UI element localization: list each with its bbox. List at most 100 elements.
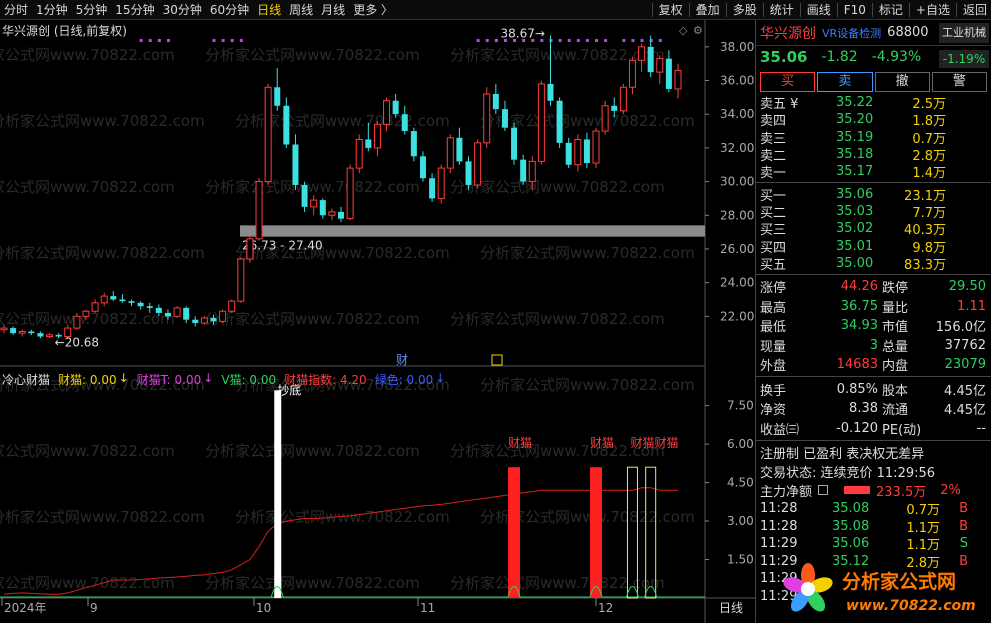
y-tick-label: 32.00 xyxy=(720,141,754,155)
period-tab[interactable]: 月线 xyxy=(317,0,349,20)
tool-button[interactable]: 叠加 xyxy=(692,0,724,20)
signal-dot xyxy=(622,39,626,42)
candle-body xyxy=(137,302,144,307)
finance-marker[interactable]: 财 xyxy=(396,353,408,367)
watermark-text: 分析家公式网www.70822.com xyxy=(450,310,665,328)
indicator-name[interactable]: 冷心财猫 xyxy=(2,371,50,388)
order-book-row[interactable]: 买四 35.01 9.8万 xyxy=(756,237,991,256)
candle-body xyxy=(310,199,318,208)
order-book-row[interactable]: 卖四 35.20 1.8万 xyxy=(756,111,991,130)
candle-body xyxy=(429,178,436,199)
max-price-label: 38.67→ xyxy=(500,27,544,41)
candle-body xyxy=(674,69,682,90)
level-volume: 0.7万 xyxy=(912,131,946,147)
candle-body xyxy=(73,315,81,329)
toolbar-divider xyxy=(908,3,910,17)
period-tab[interactable]: 5分钟 xyxy=(72,0,112,20)
order-book-row[interactable]: 卖五 ¥ 35.22 2.5万 xyxy=(756,94,991,113)
x-tick-label: 10 xyxy=(256,601,271,615)
stat-label: 内盘 xyxy=(882,359,909,375)
candle-body xyxy=(10,328,17,334)
period-tab[interactable]: 30分钟 xyxy=(159,0,206,20)
industry-badge[interactable]: 工业机械 xyxy=(939,23,989,43)
period-tab[interactable]: 日线 xyxy=(253,0,285,20)
watermark-text: 分析家公式网www.70822.com xyxy=(0,46,175,64)
candle-body xyxy=(492,94,499,110)
order-book-row[interactable]: 卖三 35.19 0.7万 xyxy=(756,129,991,147)
diamond-icon[interactable]: ◇ xyxy=(679,24,688,37)
candle-body xyxy=(520,159,527,182)
level-volume: 2.8万 xyxy=(912,149,946,165)
period-tab[interactable]: 60分钟 xyxy=(206,0,253,20)
watermark-text: 分析家公式网www.70822.com xyxy=(450,574,665,592)
alert-button[interactable]: 警 xyxy=(931,72,987,92)
candle-body xyxy=(628,59,636,88)
tool-button[interactable]: 统计 xyxy=(766,0,798,20)
main-flow-bar xyxy=(844,486,871,495)
stock-code: 68800 xyxy=(887,25,929,40)
indicator-value: 绿色: 0.00 xyxy=(374,373,434,387)
candle-body xyxy=(465,161,472,185)
signal-dot xyxy=(157,39,161,42)
candle-body xyxy=(146,306,153,308)
period-label: 日线 xyxy=(719,601,743,615)
stat-label: 跌停 xyxy=(882,281,909,297)
tick-price: 35.08 xyxy=(832,518,870,534)
period-tab[interactable]: 15分钟 xyxy=(111,0,158,20)
watermark-text: 分析家公式网www.70822.com xyxy=(205,46,420,64)
stat-value: 34.93 xyxy=(840,318,878,334)
level-label: 买四 xyxy=(760,240,787,256)
candle-body xyxy=(392,100,399,115)
level-volume: 2.5万 xyxy=(912,97,946,113)
cat-signal-bar xyxy=(590,467,603,598)
tool-button[interactable]: 标记 xyxy=(875,0,907,20)
main-flow-value: 233.5万 xyxy=(876,484,927,500)
signal-label: 财猫 xyxy=(590,436,614,450)
period-tab[interactable]: 分时 xyxy=(0,0,32,20)
stat-value: 156.0亿 xyxy=(935,320,986,336)
candle-body xyxy=(665,58,672,89)
event-marker-icon[interactable] xyxy=(491,354,503,366)
candle-body xyxy=(0,327,8,331)
list-icon[interactable] xyxy=(818,485,829,496)
y-tick-label: 38.00 xyxy=(720,40,754,54)
chart-canvas[interactable]: 分析家公式网www.70822.com 分析家公式网www.70822.com 分析… xyxy=(0,20,755,623)
cancel-order-button[interactable]: 撤 xyxy=(874,72,930,92)
candle-body xyxy=(419,156,426,179)
tool-button[interactable]: 复权 xyxy=(655,0,687,20)
candle-body xyxy=(274,87,281,106)
order-book-row[interactable]: 卖一 35.17 1.4万 xyxy=(756,163,991,181)
tool-button[interactable]: 多股 xyxy=(729,0,761,20)
order-book-row[interactable]: 买五 35.00 83.3万 xyxy=(756,255,991,273)
tool-button[interactable]: 画线 xyxy=(803,0,835,20)
level-volume: 9.8万 xyxy=(912,240,946,256)
candle-body xyxy=(328,211,336,216)
down-arrow-icon: ↓ xyxy=(203,371,214,385)
y-tick-label: 24.00 xyxy=(720,276,754,290)
gear-icon[interactable]: ⚙ xyxy=(693,24,703,37)
last-price: 35.06 xyxy=(760,48,808,66)
concept-tag[interactable]: VR设备检测 xyxy=(822,25,881,41)
candle-body xyxy=(301,184,308,207)
period-tab[interactable]: 周线 xyxy=(285,0,317,20)
level-volume: 1.8万 xyxy=(912,114,946,130)
sell-button[interactable]: 卖 xyxy=(817,72,873,92)
period-tab[interactable]: 1分钟 xyxy=(32,0,72,20)
order-book-row[interactable]: 买二 35.03 7.7万 xyxy=(756,203,991,221)
ind-y-tick-label: 3.00 xyxy=(727,514,754,528)
tool-button[interactable]: F10 xyxy=(840,0,870,20)
tool-button[interactable]: +自选 xyxy=(912,0,954,20)
tool-button[interactable]: 返回 xyxy=(959,0,991,20)
candle-body xyxy=(255,181,263,240)
order-book-row[interactable]: 卖二 35.18 2.8万 xyxy=(756,146,991,165)
stock-name[interactable]: 华兴源创 xyxy=(760,23,816,43)
ind-y-tick-label: 7.50 xyxy=(727,399,754,413)
stat-label: 最高 xyxy=(760,300,787,316)
buy-button[interactable]: 买 xyxy=(760,72,816,92)
kline-chart[interactable]: 分析家公式网www.70822.com 分析家公式网www.70822.com 分析… xyxy=(0,20,755,623)
stat-label: 外盘 xyxy=(760,359,787,375)
y-tick-label: 22.00 xyxy=(720,309,754,323)
order-book-row[interactable]: 买三 35.02 40.3万 xyxy=(756,220,991,238)
period-tab[interactable]: 更多 〉 xyxy=(349,0,397,20)
order-book-row[interactable]: 买一 35.06 23.1万 xyxy=(756,185,991,204)
